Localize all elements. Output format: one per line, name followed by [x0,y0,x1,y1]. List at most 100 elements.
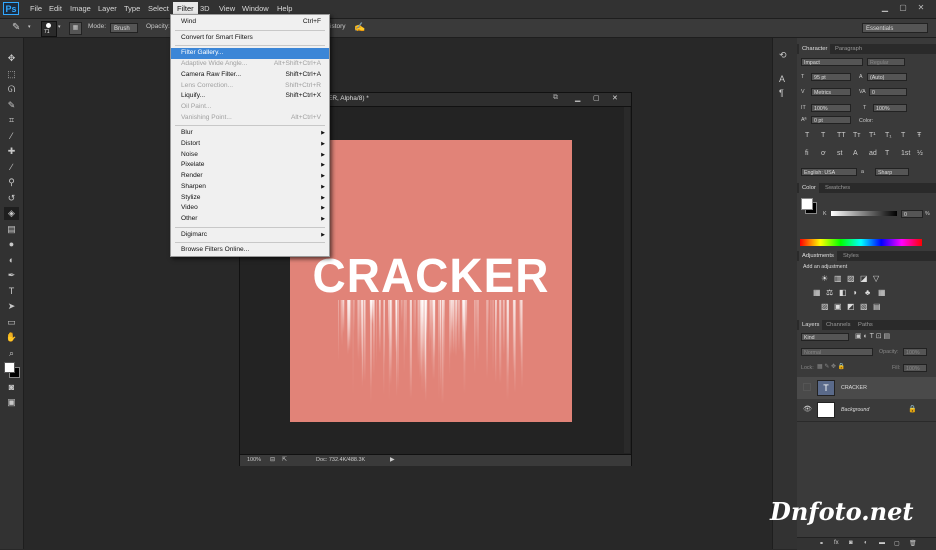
tab-paths[interactable]: Paths [855,320,876,330]
lasso-tool-icon[interactable]: ᘏ [4,83,19,96]
path-select-icon[interactable]: ➤ [4,300,19,313]
status-preview-icon[interactable]: ⊟ [270,456,275,463]
tab-layers[interactable]: Layers [799,320,823,330]
type-style-button[interactable]: T¹ [869,132,876,139]
layer-row[interactable]: T CRACKER [797,377,936,400]
group-icon[interactable]: ▬ [879,540,885,546]
mode-dropdown[interactable]: Brush [110,23,138,33]
vertical-scrollbar[interactable] [624,107,630,453]
eyedropper-tool-icon[interactable]: ⁄ [4,130,19,143]
font-size-field[interactable]: 95 pt [811,73,851,81]
screen-mode-icon[interactable]: ▣ [4,396,19,409]
color-spectrum-ramp[interactable] [800,239,922,246]
color-balance-icon[interactable]: ⚖ [826,288,833,297]
type-style-button[interactable]: T [901,132,905,139]
menu-file[interactable]: File [28,3,44,15]
filter-menu-item[interactable]: Liquify... Shift+Ctrl+X [171,91,329,102]
invert-icon[interactable]: ▨ [821,302,829,311]
brush-tool-icon[interactable]: ∕ [4,161,19,174]
leading-field[interactable]: (Auto) [867,73,907,81]
tab-styles[interactable]: Styles [840,251,862,261]
anti-alias-dropdown[interactable]: Sharp [875,168,909,176]
menu-type[interactable]: Type [122,3,142,15]
type-style-button[interactable]: T [805,132,809,139]
document-arrange-icon[interactable]: ⧉ [553,94,558,102]
minimize-button[interactable]: ▁ [878,2,892,14]
chevron-down-icon[interactable]: ▾ [58,24,61,30]
character-panel-icon[interactable]: A [779,74,785,84]
font-style-dropdown[interactable]: Regular [867,58,905,66]
layer-filter-dropdown[interactable]: Kind [801,333,849,341]
foreground-color-swatch[interactable] [801,198,813,210]
filter-menu-item[interactable]: Other ▶ [171,214,329,225]
color-value-field[interactable]: 0 [901,210,923,218]
layer-name[interactable]: Background [841,407,869,413]
filter-menu-item[interactable]: Wind Ctrl+F [171,17,329,28]
pressure-size-icon[interactable]: ✍ [354,22,365,33]
kerning-field[interactable]: Metrics [811,88,851,96]
threshold-icon[interactable]: ◩ [847,302,855,311]
new-layer-icon[interactable]: ▢ [894,540,900,547]
vertical-scale-field[interactable]: 100% [811,104,851,112]
history-brush-icon[interactable]: ↺ [4,192,19,205]
close-button[interactable]: ✕ [914,2,928,14]
curves-icon[interactable]: ▨ [847,274,855,283]
filter-menu-item[interactable]: Pixelate ▶ [171,160,329,171]
zoom-level[interactable]: 100% [247,457,261,463]
hand-tool-icon[interactable]: ✋ [4,331,19,344]
filter-menu-item[interactable]: Convert for Smart Filters [171,33,329,44]
filter-menu-item[interactable]: Digimarc ▶ [171,230,329,241]
font-family-dropdown[interactable]: Impact [801,58,863,66]
filter-menu-item[interactable]: Noise ▶ [171,150,329,161]
color-lookup-icon[interactable]: ▦ [878,288,886,297]
menu-edit[interactable]: Edit [47,3,64,15]
adjustment-icon[interactable]: ◐ [864,540,868,546]
zoom-tool-icon[interactable]: ⌕ [4,347,19,360]
shape-tool-icon[interactable]: ▭ [4,316,19,329]
tab-swatches[interactable]: Swatches [822,183,853,193]
type-style-button[interactable]: TT [837,132,846,139]
export-icon[interactable]: ⇱ [282,456,287,463]
opentype-button[interactable]: ơ [821,150,826,157]
quick-mask-icon[interactable]: ◙ [4,381,19,394]
link-icon[interactable]: ⚭ [819,540,824,547]
history-panel-icon[interactable]: ⟲ [779,50,787,61]
brush-panel-toggle-icon[interactable]: ▦ [69,22,82,35]
tab-color[interactable]: Color [799,183,819,193]
exposure-icon[interactable]: ◪ [860,274,868,283]
tab-character[interactable]: Character [799,44,831,54]
menu-image[interactable]: Image [68,3,93,15]
visibility-eye-icon[interactable]: 👁 [803,405,812,413]
photo-filter-icon[interactable]: ◑ [852,288,857,297]
tab-channels[interactable]: Channels [823,320,854,330]
opentype-button[interactable]: 1st [901,150,910,157]
tab-adjustments[interactable]: Adjustments [799,251,837,261]
menu-select[interactable]: Select [146,3,171,15]
opentype-button[interactable]: ½ [917,150,923,157]
gradient-tool-icon[interactable]: ▤ [4,223,19,236]
paragraph-panel-icon[interactable]: ¶ [779,88,784,98]
type-style-button[interactable]: Ŧ [917,132,921,139]
filter-menu-item[interactable]: Stylize ▶ [171,193,329,204]
filter-menu-item[interactable]: Video ▶ [171,203,329,214]
black-white-icon[interactable]: ◧ [839,288,847,297]
fx-icon[interactable]: fx [834,540,839,546]
opentype-button[interactable]: A [853,150,858,157]
eraser-tool-preset-icon[interactable]: ✎ [12,22,20,33]
fill-field[interactable]: 100% [903,364,927,372]
document-minimize-button[interactable]: ▁ [575,94,580,102]
layer-opacity-field[interactable]: 100% [903,348,927,356]
document-close-button[interactable]: ✕ [612,94,618,102]
color-slider[interactable] [831,211,897,216]
menu-layer[interactable]: Layer [96,3,119,15]
move-tool-icon[interactable]: ✥ [4,52,19,65]
type-style-button[interactable]: Tт [853,132,860,139]
healing-brush-icon[interactable]: ✚ [4,145,19,158]
dodge-tool-icon[interactable]: ◐ [4,254,19,267]
foreground-color-swatch[interactable] [4,362,15,373]
chevron-down-icon[interactable]: ▾ [28,24,31,30]
layer-filter-icons[interactable]: ▣ ◐ T ⊡ ▤ [855,332,890,340]
maximize-button[interactable]: ▢ [896,2,910,14]
posterize-icon[interactable]: ▣ [834,302,842,311]
opentype-button[interactable]: st [837,150,842,157]
